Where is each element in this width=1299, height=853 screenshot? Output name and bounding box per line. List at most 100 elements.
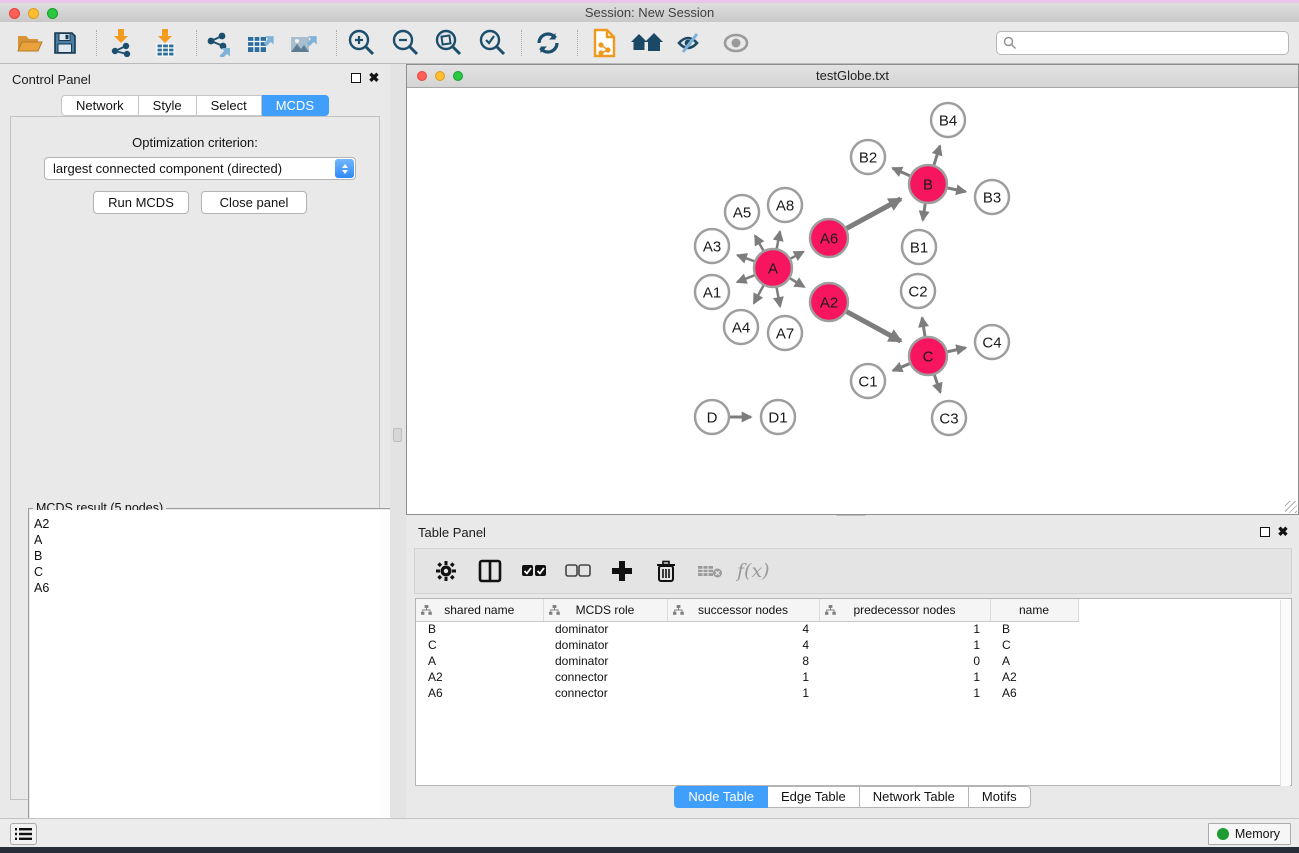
- select-all-button[interactable]: [521, 558, 547, 584]
- add-column-button[interactable]: [609, 558, 635, 584]
- table-cell[interactable]: dominator: [543, 653, 667, 669]
- resize-grip-icon[interactable]: [1285, 501, 1297, 513]
- edge-A-A4[interactable]: [754, 286, 764, 304]
- node-A2[interactable]: A2: [810, 283, 848, 321]
- table-cell[interactable]: A2: [990, 669, 1078, 685]
- show-graphics-details-button[interactable]: [719, 28, 753, 58]
- column-header-predecessor-nodes[interactable]: predecessor nodes: [819, 599, 990, 621]
- table-cell[interactable]: connector: [543, 669, 667, 685]
- new-network-button[interactable]: [588, 28, 622, 58]
- export-table-button[interactable]: [244, 28, 278, 58]
- node-A5[interactable]: A5: [725, 195, 759, 229]
- refresh-button[interactable]: [531, 28, 565, 58]
- table-cell[interactable]: 1: [667, 685, 819, 701]
- node-A8[interactable]: A8: [768, 188, 802, 222]
- import-network-button[interactable]: [104, 28, 138, 58]
- network-zoom-button[interactable]: [453, 71, 463, 81]
- edge-B-B1[interactable]: [923, 204, 925, 220]
- close-panel-button[interactable]: ✖: [366, 70, 382, 86]
- table-cell[interactable]: 1: [819, 669, 990, 685]
- table-close-button[interactable]: ✖: [1275, 524, 1291, 540]
- node-A[interactable]: A: [754, 249, 792, 287]
- table-cell[interactable]: 1: [819, 621, 990, 637]
- node-A6[interactable]: A6: [810, 219, 848, 257]
- node-C1[interactable]: C1: [851, 364, 885, 398]
- table-row[interactable]: Bdominator41B: [416, 621, 1078, 637]
- edge-A-A7[interactable]: [777, 288, 780, 307]
- edge-B-B2[interactable]: [893, 168, 910, 176]
- node-A3[interactable]: A3: [695, 229, 729, 263]
- tab-mcds[interactable]: MCDS: [262, 95, 329, 116]
- criterion-dropdown[interactable]: largest connected component (directed): [44, 157, 356, 180]
- column-header-MCDS-role[interactable]: MCDS role: [543, 599, 667, 621]
- run-mcds-button[interactable]: Run MCDS: [93, 191, 189, 214]
- table-cell[interactable]: 0: [819, 653, 990, 669]
- close-panel-action-button[interactable]: Close panel: [201, 191, 307, 214]
- zoom-window-button[interactable]: [47, 8, 58, 19]
- table-cell[interactable]: C: [990, 637, 1078, 653]
- table-cell[interactable]: A: [990, 653, 1078, 669]
- tab-style[interactable]: Style: [139, 95, 197, 116]
- node-C2[interactable]: C2: [901, 274, 935, 308]
- edge-A-A1[interactable]: [737, 275, 754, 282]
- network-close-button[interactable]: [417, 71, 427, 81]
- tab-select[interactable]: Select: [197, 95, 262, 116]
- export-image-button[interactable]: [287, 28, 321, 58]
- table-cell[interactable]: A6: [416, 685, 543, 701]
- node-B[interactable]: B: [909, 165, 947, 203]
- table-settings-button[interactable]: [433, 558, 459, 584]
- show-columns-button[interactable]: [477, 558, 503, 584]
- edge-C-C1[interactable]: [893, 364, 910, 371]
- zoom-fit-button[interactable]: [431, 28, 465, 58]
- edge-A-A6[interactable]: [791, 252, 804, 259]
- result-item[interactable]: A2: [34, 516, 380, 532]
- node-D[interactable]: D: [695, 400, 729, 434]
- node-C4[interactable]: C4: [975, 325, 1009, 359]
- node-B4[interactable]: B4: [931, 103, 965, 137]
- float-panel-button[interactable]: [348, 70, 364, 86]
- table-cell[interactable]: dominator: [543, 637, 667, 653]
- node-B3[interactable]: B3: [975, 180, 1009, 214]
- result-item[interactable]: C: [34, 564, 380, 580]
- edge-C-C4[interactable]: [948, 348, 966, 352]
- table-row[interactable]: Cdominator41C: [416, 637, 1078, 653]
- zoom-out-button[interactable]: [388, 28, 422, 58]
- table-cell[interactable]: A6: [990, 685, 1078, 701]
- hide-graphics-details-button[interactable]: [673, 28, 707, 58]
- table-cell[interactable]: A: [416, 653, 543, 669]
- vertical-splitter[interactable]: [390, 64, 406, 818]
- memory-button[interactable]: Memory: [1208, 823, 1291, 845]
- edge-C-C3[interactable]: [934, 375, 940, 392]
- table-scrollbar[interactable]: [1280, 600, 1290, 786]
- table-cell[interactable]: 4: [667, 637, 819, 653]
- node-A1[interactable]: A1: [695, 275, 729, 309]
- column-header-successor-nodes[interactable]: successor nodes: [667, 599, 819, 621]
- node-D1[interactable]: D1: [761, 400, 795, 434]
- zoom-selected-button[interactable]: [475, 28, 509, 58]
- delete-table-button[interactable]: [697, 558, 723, 584]
- delete-column-button[interactable]: [653, 558, 679, 584]
- node-C3[interactable]: C3: [932, 401, 966, 435]
- table-row[interactable]: Adominator80A: [416, 653, 1078, 669]
- table-row[interactable]: A6connector11A6: [416, 685, 1078, 701]
- export-network-button[interactable]: [202, 28, 236, 58]
- column-header-name[interactable]: name: [990, 599, 1078, 621]
- search-input[interactable]: [1017, 33, 1288, 53]
- mcds-result-list[interactable]: A2ABCA6: [30, 510, 381, 853]
- open-session-button[interactable]: [13, 28, 47, 58]
- tab-network-table[interactable]: Network Table: [860, 786, 969, 808]
- table-cell[interactable]: 1: [667, 669, 819, 685]
- edge-B-B3[interactable]: [948, 188, 966, 192]
- edge-A-A8[interactable]: [777, 232, 780, 249]
- minimize-window-button[interactable]: [28, 8, 39, 19]
- tab-motifs[interactable]: Motifs: [969, 786, 1031, 808]
- table-cell[interactable]: B: [990, 621, 1078, 637]
- deselect-all-button[interactable]: [565, 558, 591, 584]
- table-cell[interactable]: C: [416, 637, 543, 653]
- column-header-shared-name[interactable]: shared name: [416, 599, 543, 621]
- edge-B-B4[interactable]: [934, 146, 940, 165]
- edge-A2-C[interactable]: [847, 312, 901, 342]
- edge-C-C2[interactable]: [922, 318, 925, 337]
- attribute-table[interactable]: shared nameMCDS rolesuccessor nodesprede…: [416, 599, 1079, 701]
- save-session-button[interactable]: [48, 28, 82, 58]
